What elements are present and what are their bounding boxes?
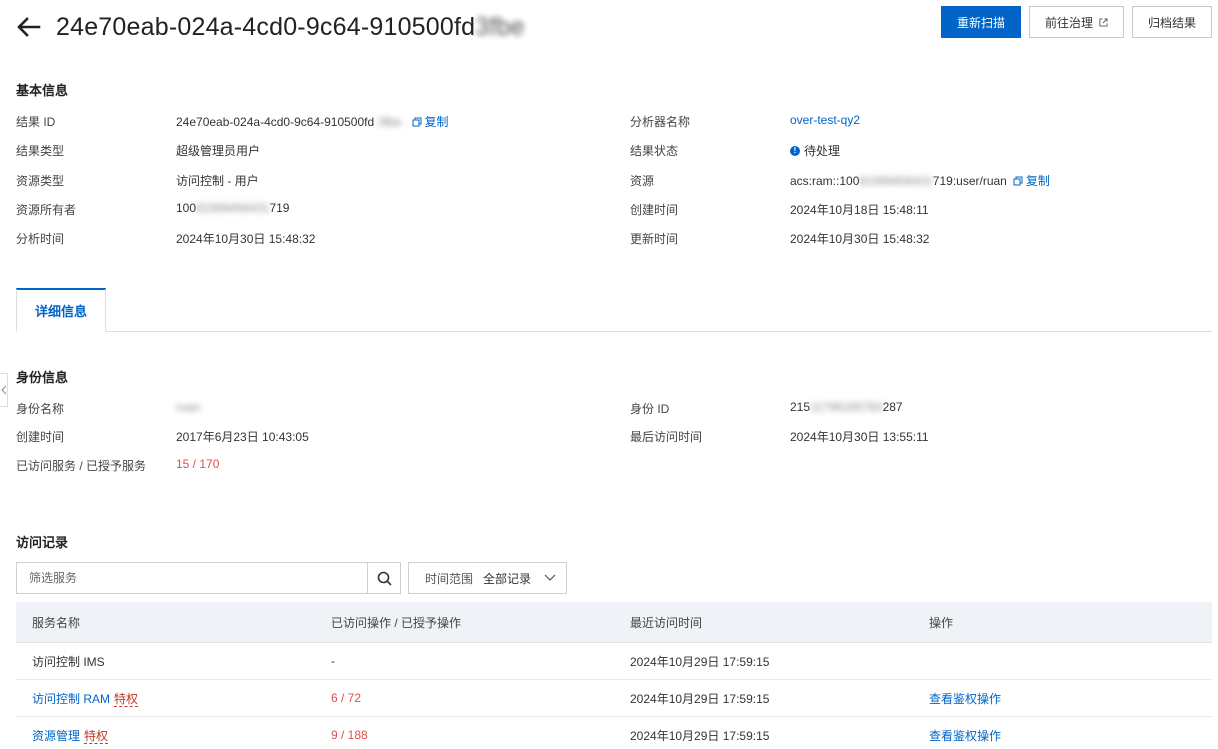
last-access-time: 2024年10月29日 17:59:15 [630,654,770,669]
result-id-label: 结果 ID [16,115,56,129]
detail-tabs: 详细信息 [16,288,1212,332]
external-link-icon [1099,17,1108,27]
result-id-value: 24e70eab-024a-4cd0-9c64-910500fd 3fbe 复制 [176,113,449,130]
search-icon [377,571,392,586]
resource-type-value: 访问控制 - 用户 [176,174,259,188]
table-header: 服务名称 已访问操作 / 已授予操作 最近访问时间 操作 [16,602,1212,643]
copy-icon [412,117,422,126]
access-records-title: 访问记录 [16,535,69,550]
copy-icon [1013,176,1023,185]
created-time-label: 创建时间 [630,203,679,217]
back-arrow-icon[interactable] [16,14,42,40]
view-auth-operations-link[interactable]: 查看鉴权操作 [913,727,1212,744]
updated-time-value: 2024年10月30日 15:48:32 [790,232,930,246]
chevron-down-icon [544,574,556,581]
identity-name-value: ruan [176,400,201,414]
column-header: 已访问操作 / 已授予操作 [331,615,462,630]
service-name-link[interactable]: 访问控制 RAM 特权 [16,690,315,707]
info-icon: ! [790,145,800,156]
basic-info-title: 基本信息 [16,83,69,98]
resource-type-label: 资源类型 [16,174,65,188]
time-range-value: 全部记录 [483,571,532,586]
service-search-input[interactable] [17,563,367,593]
services-label: 已访问服务 / 已授予服务 [16,459,147,473]
service-name-link[interactable]: 资源管理 特权 [16,727,315,744]
operations-count: 9 / 188 [331,728,368,742]
table-row: 访问控制 RAM 特权 6 / 72 2024年10月29日 17:59:15 查… [16,680,1212,717]
services-value: 15 / 170 [176,457,220,471]
service-filter [16,562,401,594]
analyze-time-value: 2024年10月30日 15:48:32 [176,232,316,246]
created-time-value: 2024年10月18日 15:48:11 [790,203,929,217]
resource-owner-value: 100 81589456431 719 [176,201,290,215]
resource-label: 资源 [630,174,655,188]
result-type-label: 结果类型 [16,144,65,158]
header-actions: 重新扫描 前往治理 归档结果 [940,6,1212,38]
resource-owner-label: 资源所有者 [16,203,77,217]
result-status-value: ! 待处理 [790,142,840,159]
analyze-time-label: 分析时间 [16,232,65,246]
column-header: 服务名称 [32,615,81,630]
updated-time-label: 更新时间 [630,232,679,246]
operations-count: - [331,654,335,668]
identity-name-label: 身份名称 [16,402,65,416]
search-button[interactable] [367,563,400,593]
result-type-value: 超级管理员用户 [176,144,261,158]
copy-result-id-button[interactable]: 复制 [412,113,449,130]
last-access-time: 2024年10月29日 17:59:15 [630,691,770,706]
rescan-button[interactable]: 重新扫描 [940,6,1021,38]
identity-id-label: 身份 ID [630,402,670,416]
table-row: 访问控制 IMS - 2024年10月29日 17:59:15 [16,643,1212,680]
access-records-table: 服务名称 已访问操作 / 已授予操作 最近访问时间 操作 访问控制 IMS - … [16,602,1212,749]
analyzer-name-link[interactable]: over-test-qy2 [790,113,860,127]
side-collapse-handle[interactable] [0,373,8,407]
identity-created-label: 创建时间 [16,430,65,444]
page-title: 24e70eab-024a-4cd0-9c64-910500fd3fbe [56,12,525,41]
time-range-select[interactable]: 时间范围 全部记录 [408,562,567,594]
privilege-badge: 特权 [114,691,139,707]
result-status-label: 结果状态 [630,144,679,158]
copy-resource-button[interactable]: 复制 [1013,172,1050,189]
analyzer-name-label: 分析器名称 [630,115,691,129]
govern-button[interactable]: 前往治理 [1028,6,1124,38]
archive-button[interactable]: 归档结果 [1131,6,1212,38]
resource-value: acs:ram::100 81589456431 719:user/ruan 复制 [790,172,1050,189]
column-header: 最近访问时间 [630,615,703,630]
column-header: 操作 [929,615,954,630]
last-access-time: 2024年10月29日 17:59:15 [630,728,770,743]
identity-info-title: 身份信息 [16,370,69,385]
operations-count: 6 / 72 [331,691,362,705]
title-blurred-part: 3fbe [475,12,525,41]
last-access-label: 最后访问时间 [630,430,703,444]
privilege-badge: 特权 [84,728,109,744]
service-name: 访问控制 IMS [32,654,105,669]
view-auth-operations-link[interactable]: 查看鉴权操作 [913,690,1212,707]
identity-id-value: 215 11796165783 287 [790,400,903,414]
page-header: 24e70eab-024a-4cd0-9c64-910500fd3fbe [16,10,525,44]
time-range-label: 时间范围 [425,571,474,586]
last-access-value: 2024年10月30日 13:55:11 [790,430,929,444]
chevron-left-icon [0,385,6,395]
identity-created-value: 2017年6月23日 10:43:05 [176,430,309,444]
table-row: 资源管理 特权 9 / 188 2024年10月29日 17:59:15 查看鉴权… [16,717,1212,749]
tab-detail-info[interactable]: 详细信息 [16,288,106,332]
